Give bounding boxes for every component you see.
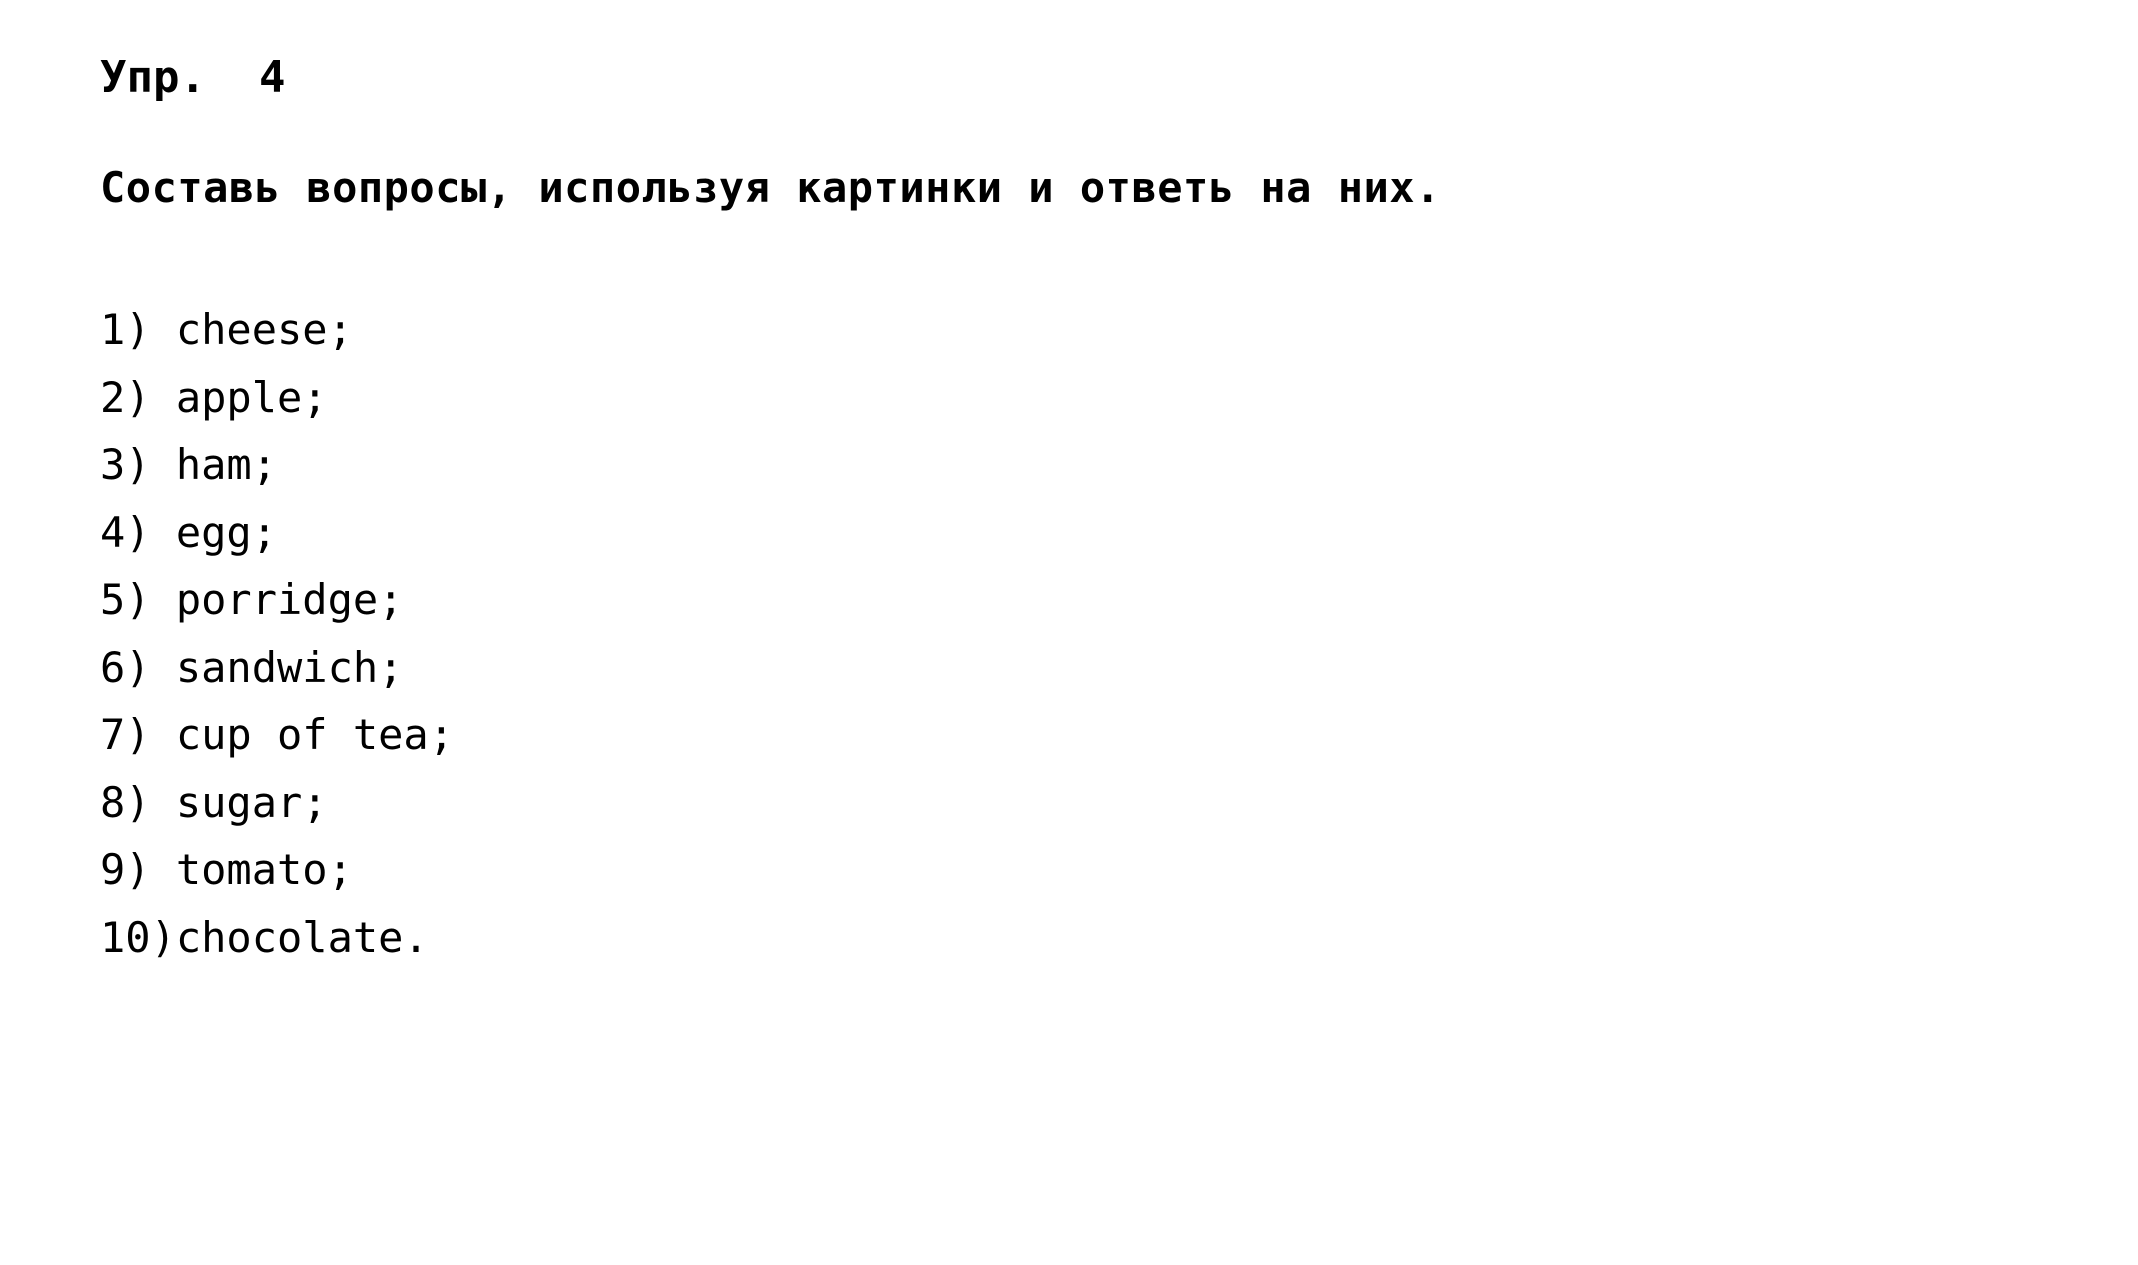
list-item-label: cheese;: [175, 305, 353, 354]
list-item: 4) egg;: [100, 499, 454, 567]
list-item-number: 1): [100, 305, 176, 354]
list-item-number: 9): [100, 845, 176, 894]
list-item-number: 5): [100, 575, 176, 624]
exercise-instruction: Составь вопросы, используя картинки и от…: [100, 163, 1441, 212]
list-item-label: sugar;: [175, 777, 328, 827]
list-item-label: cup of tea;: [175, 710, 455, 759]
list-item: 6) sandwich;: [100, 634, 454, 702]
list-item: 10)chocolate.: [100, 904, 454, 972]
list-item-label: porridge;: [175, 575, 404, 624]
list-item-label: apple;: [175, 372, 328, 422]
list-item-label: sandwich;: [175, 642, 404, 692]
worksheet-page: Упр. 4 Составь вопросы, используя картин…: [0, 0, 2138, 1265]
list-item: 3) ham;: [100, 431, 454, 499]
list-item-number: 4): [100, 507, 176, 557]
list-item-number: 7): [100, 710, 176, 759]
list-item-label: tomato;: [175, 845, 353, 894]
list-item-label: ham;: [175, 440, 278, 489]
list-item-number: 8): [100, 777, 176, 827]
list-item: 2) apple;: [100, 364, 454, 432]
list-item-label: chocolate.: [175, 912, 429, 962]
list-item: 5) porridge;: [100, 566, 454, 634]
list-item-label: egg;: [175, 507, 278, 557]
list-item-number: 10): [100, 912, 176, 962]
list-item: 8) sugar;: [100, 769, 454, 837]
list-item: 1) cheese;: [100, 296, 454, 364]
list-item-number: 2): [100, 372, 176, 422]
word-list: 1) cheese; 2) apple; 3) ham; 4) egg; 5) …: [100, 296, 454, 971]
list-item-number: 6): [100, 642, 176, 692]
list-item: 7) cup of tea;: [100, 701, 454, 769]
page-title: Упр. 4: [100, 52, 286, 103]
list-item: 9) tomato;: [100, 836, 454, 904]
list-item-number: 3): [100, 440, 176, 489]
